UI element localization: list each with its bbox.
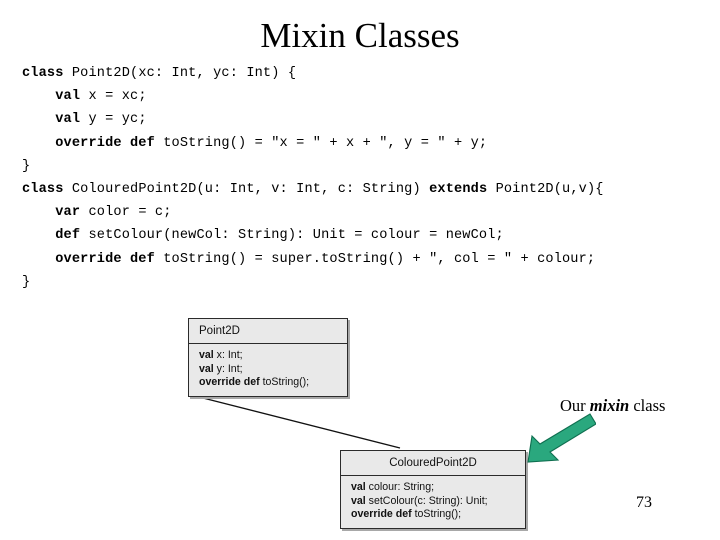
uml-member-row: val x: Int; bbox=[199, 349, 339, 363]
down-left-arrow-icon bbox=[527, 413, 596, 463]
uml-member-text: toString(); bbox=[262, 376, 310, 389]
page-title: Mixin Classes bbox=[260, 16, 460, 55]
uml-member-row: val setColour(c: String): Unit; bbox=[351, 495, 517, 509]
uml-member-row: val colour: String; bbox=[351, 481, 517, 495]
uml-member-keyword: override def bbox=[351, 508, 415, 521]
code-line: class Point2D(xc: Int, yc: Int) { bbox=[22, 62, 712, 85]
annotation-suffix: class bbox=[629, 396, 666, 415]
uml-class-name-colouredpoint2d: ColouredPoint2D bbox=[341, 451, 525, 476]
uml-member-keyword: override def bbox=[199, 376, 263, 389]
uml-member-keyword: val bbox=[351, 494, 369, 507]
page-number: 73 bbox=[636, 494, 652, 511]
code-text: color = c; bbox=[88, 205, 172, 221]
code-text: toString() = "x = " + x + ", y = " + y; bbox=[163, 135, 488, 151]
uml-member-text: setColour(c: String): Unit; bbox=[368, 494, 488, 507]
code-text: toString() = super.toString() + ", col =… bbox=[163, 251, 596, 267]
code-keyword: class bbox=[22, 66, 72, 81]
code-line: } bbox=[22, 271, 712, 294]
code-keyword: override def bbox=[55, 135, 164, 151]
code-keyword: val bbox=[55, 112, 89, 128]
uml-member-row: val y: Int; bbox=[199, 363, 339, 377]
code-text: } bbox=[22, 158, 31, 174]
uml-member-row: override def toString(); bbox=[199, 376, 339, 390]
uml-member-text: toString(); bbox=[414, 508, 462, 521]
code-text: Point2D(xc: Int, yc: Int) { bbox=[71, 66, 297, 81]
code-listing: class Point2D(xc: Int, yc: Int) { val x … bbox=[22, 62, 712, 294]
code-keyword: val bbox=[55, 89, 89, 105]
connector-segment bbox=[202, 397, 401, 449]
code-line: def setColour(newCol: String): Unit = co… bbox=[22, 224, 712, 247]
code-line: var color = c; bbox=[22, 201, 712, 224]
uml-member-row: override def toString(); bbox=[351, 508, 517, 522]
code-line: override def toString() = super.toString… bbox=[22, 248, 712, 271]
code-line: } bbox=[22, 155, 712, 178]
code-keyword: extends bbox=[429, 182, 496, 198]
code-text: y = yc; bbox=[88, 112, 147, 128]
uml-member-keyword: val bbox=[351, 481, 369, 493]
uml-class-name-point2d: Point2D bbox=[189, 319, 347, 344]
uml-member-text: colour: String; bbox=[368, 481, 435, 493]
code-text: Point2D(u,v){ bbox=[495, 182, 604, 198]
uml-members-colouredpoint2d: val colour: String; val setColour(c: Stri… bbox=[341, 476, 525, 528]
uml-class-box-point2d[interactable]: Point2D val x: Int; val y: Int; override d… bbox=[188, 318, 348, 397]
code-line: class ColouredPoint2D(u: Int, v: Int, c:… bbox=[22, 178, 712, 201]
code-line: val y = yc; bbox=[22, 108, 712, 131]
uml-class-box-colouredpoint2d[interactable]: ColouredPoint2D val colour: String; val s… bbox=[340, 450, 526, 529]
code-line: val x = xc; bbox=[22, 85, 712, 108]
code-keyword: var bbox=[55, 205, 89, 221]
uml-member-text: y: Int; bbox=[216, 362, 243, 375]
code-keyword: def bbox=[55, 228, 89, 244]
uml-member-keyword: val bbox=[199, 349, 217, 361]
uml-member-text: x: Int; bbox=[216, 349, 243, 361]
code-text: } bbox=[22, 274, 31, 290]
uml-member-keyword: val bbox=[199, 362, 217, 375]
code-keyword: class bbox=[22, 182, 72, 198]
code-keyword: override def bbox=[55, 251, 164, 267]
code-text: x = xc; bbox=[88, 89, 147, 105]
code-text: setColour(newCol: String): Unit = colour… bbox=[88, 228, 504, 244]
arrow-polygon bbox=[527, 413, 596, 463]
code-line: override def toString() = "x = " + x + "… bbox=[22, 132, 712, 155]
uml-members-point2d: val x: Int; val y: Int; override def toStr… bbox=[189, 344, 347, 396]
code-text: ColouredPoint2D(u: Int, v: Int, c: Strin… bbox=[71, 182, 430, 198]
